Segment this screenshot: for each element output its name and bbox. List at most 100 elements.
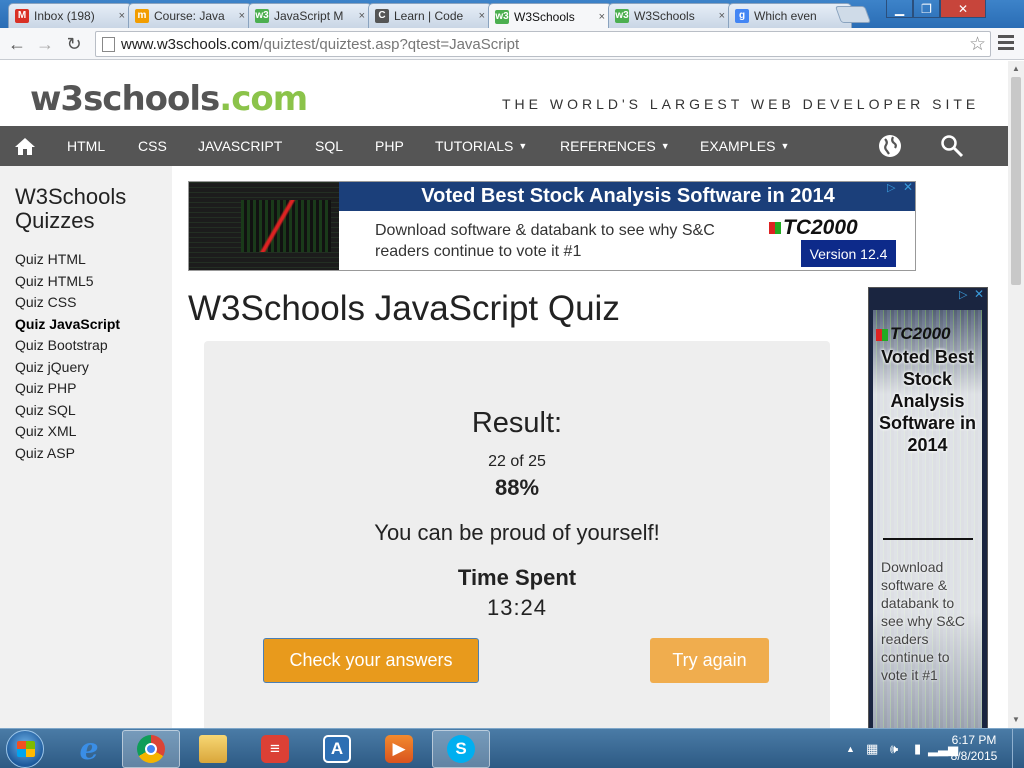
time-spent-label: Time Spent	[457, 565, 577, 590]
tab-title: Learn | Code	[394, 9, 464, 23]
tab-6[interactable]: gWhich even×	[728, 3, 852, 28]
nav-sql[interactable]: SQL	[315, 126, 343, 166]
taskbar-chrome[interactable]	[122, 730, 180, 768]
tab-close-icon[interactable]: ×	[359, 10, 365, 22]
back-button[interactable]: ←	[5, 32, 29, 56]
ad-screenshot-image	[189, 182, 339, 270]
tab-close-icon[interactable]: ×	[479, 10, 485, 22]
tab-close-icon[interactable]: ×	[239, 10, 245, 22]
w3schools-logo[interactable]: w3schools.com	[30, 79, 308, 119]
scrollbar-thumb[interactable]	[1011, 77, 1021, 285]
taskbar-todoist[interactable]: ≡	[246, 730, 304, 768]
nav-tutorials[interactable]: TUTORIALS ▼	[435, 126, 527, 166]
back-arrow-icon: ←	[8, 33, 26, 54]
nav-css[interactable]: CSS	[138, 126, 167, 166]
show-desktop-button[interactable]	[1012, 729, 1024, 768]
tab-2[interactable]: w3 JavaScript M ×	[248, 3, 372, 28]
taskbar-media-player[interactable]: ▶	[370, 730, 428, 768]
tab-title: Inbox (198)	[34, 9, 95, 23]
sidebar-item-quiz-jquery[interactable]: Quiz jQuery	[15, 359, 89, 375]
windows-taskbar: e ≡ A ▶ S ▲ ▦ 🕪 ▮ ▂▃▅ 6:17 PM 8/8/2015	[0, 728, 1024, 768]
time-spent-value: 13:24	[486, 595, 548, 620]
sidebar-title-line1: W3Schools	[15, 184, 127, 209]
scroll-up-icon[interactable]: ▲	[1012, 64, 1020, 73]
side-ad-headline: Voted Best Stock Analysis Software in 20…	[878, 347, 976, 455]
side-ad-divider	[883, 538, 973, 540]
windows-update-icon[interactable]: ▦	[866, 741, 878, 757]
tab-close-icon[interactable]: ×	[719, 10, 725, 22]
maximize-button[interactable]: ❐	[913, 0, 940, 18]
search-button[interactable]	[940, 126, 964, 166]
new-tab-button[interactable]	[834, 6, 872, 23]
sidebar-item-quiz-html[interactable]: Quiz HTML	[15, 251, 86, 267]
tab-4[interactable]: w3 W3Schools ×	[488, 3, 612, 28]
nav-html[interactable]: HTML	[67, 126, 105, 166]
chrome-menu-icon[interactable]	[998, 35, 1014, 53]
battery-icon[interactable]: ▮	[914, 741, 921, 757]
ad-close-icon[interactable]: ✕	[974, 288, 984, 301]
windows-logo-icon	[17, 741, 35, 757]
web-page: w3schools.com THE WORLD'S LARGEST WEB DE…	[0, 61, 1008, 728]
side-ad[interactable]: ▷ ✕ TC2000 Voted Best Stock Analysis Sof…	[868, 287, 988, 728]
page-icon	[102, 36, 115, 52]
reload-button[interactable]: ↻	[62, 32, 86, 56]
start-button[interactable]	[6, 730, 44, 768]
sidebar-item-quiz-html5[interactable]: Quiz HTML5	[15, 273, 94, 289]
score-text: 22 of 25	[488, 453, 546, 470]
taskbar-internet-explorer[interactable]: e	[60, 730, 118, 768]
nav-javascript[interactable]: JAVASCRIPT	[198, 126, 282, 166]
show-hidden-icons-icon[interactable]: ▲	[846, 744, 855, 754]
tc2000-logo: TC2000	[876, 324, 950, 344]
url-host: www.w3schools.com	[121, 35, 260, 53]
close-window-button[interactable]: ✕	[940, 0, 986, 18]
taskbar-app-a[interactable]: A	[308, 730, 366, 768]
address-bar[interactable]: www.w3schools.com/quiztest/quiztest.asp?…	[95, 31, 991, 57]
w3schools-icon: w3	[615, 9, 629, 23]
browser-tab-strip: M Inbox (198) × m Course: Java × w3 JavaScript …	[0, 0, 1024, 28]
forward-arrow-icon: →	[36, 33, 54, 54]
minimize-button[interactable]: ▁	[886, 0, 913, 18]
nav-php[interactable]: PHP	[375, 126, 404, 166]
tab-1[interactable]: m Course: Java ×	[128, 3, 252, 28]
forward-button[interactable]: →	[33, 32, 57, 56]
sidebar-item-quiz-bootstrap[interactable]: Quiz Bootstrap	[15, 337, 108, 353]
tab-close-icon[interactable]: ×	[119, 10, 125, 22]
sidebar-item-quiz-sql[interactable]: Quiz SQL	[15, 402, 76, 418]
system-clock[interactable]: 6:17 PM 8/8/2015	[944, 732, 1004, 764]
nav-examples[interactable]: EXAMPLES ▼	[700, 126, 789, 166]
tab-0[interactable]: M Inbox (198) ×	[8, 3, 132, 28]
vertical-scrollbar[interactable]: ▲ ▼	[1008, 61, 1024, 728]
tc2000-logo: TC2000	[769, 216, 858, 240]
volume-icon[interactable]: 🕪	[890, 741, 898, 757]
tab-close-icon[interactable]: ×	[599, 11, 605, 23]
adchoices-icon[interactable]: ▷	[959, 288, 967, 301]
nav-references[interactable]: REFERENCES ▼	[560, 126, 670, 166]
check-answers-button[interactable]: Check your answers	[263, 638, 479, 683]
quiz-sidebar: W3Schools Quizzes Quiz HTML Quiz HTML5 Quiz…	[0, 166, 172, 728]
banner-ad[interactable]: Voted Best Stock Analysis Software in 20…	[188, 181, 916, 271]
sidebar-item-quiz-javascript[interactable]: Quiz JavaScript	[15, 316, 120, 332]
ad-version-badge: Version 12.4	[801, 240, 896, 267]
internet-explorer-icon: e	[79, 731, 99, 767]
bookmark-star-icon[interactable]: ☆	[969, 33, 986, 56]
adchoices-icon[interactable]: ▷	[887, 182, 895, 194]
translate-button[interactable]	[878, 126, 902, 166]
sidebar-item-quiz-css[interactable]: Quiz CSS	[15, 294, 76, 310]
sidebar-item-quiz-xml[interactable]: Quiz XML	[15, 423, 76, 439]
scroll-down-icon[interactable]: ▼	[1012, 715, 1020, 724]
caret-down-icon: ▼	[780, 141, 790, 151]
site-tagline: THE WORLD'S LARGEST WEB DEVELOPER SITE	[502, 96, 980, 112]
sidebar-item-quiz-asp[interactable]: Quiz ASP	[15, 445, 75, 461]
tab-3[interactable]: C Learn | Code ×	[368, 3, 492, 28]
sidebar-item-quiz-php[interactable]: Quiz PHP	[15, 380, 76, 396]
taskbar-skype[interactable]: S	[432, 730, 490, 768]
w3schools-icon: w3	[255, 9, 269, 23]
tab-5[interactable]: w3 W3Schools ×	[608, 3, 732, 28]
clock-time: 6:17 PM	[951, 733, 997, 747]
try-again-button[interactable]: Try again	[650, 638, 769, 683]
home-button[interactable]	[14, 126, 36, 166]
taskbar-file-explorer[interactable]	[184, 730, 242, 768]
ad-close-icon[interactable]: ✕	[903, 182, 913, 194]
url-text[interactable]: www.w3schools.com/quiztest/quiztest.asp?…	[121, 36, 519, 53]
gmail-icon: M	[15, 9, 29, 23]
